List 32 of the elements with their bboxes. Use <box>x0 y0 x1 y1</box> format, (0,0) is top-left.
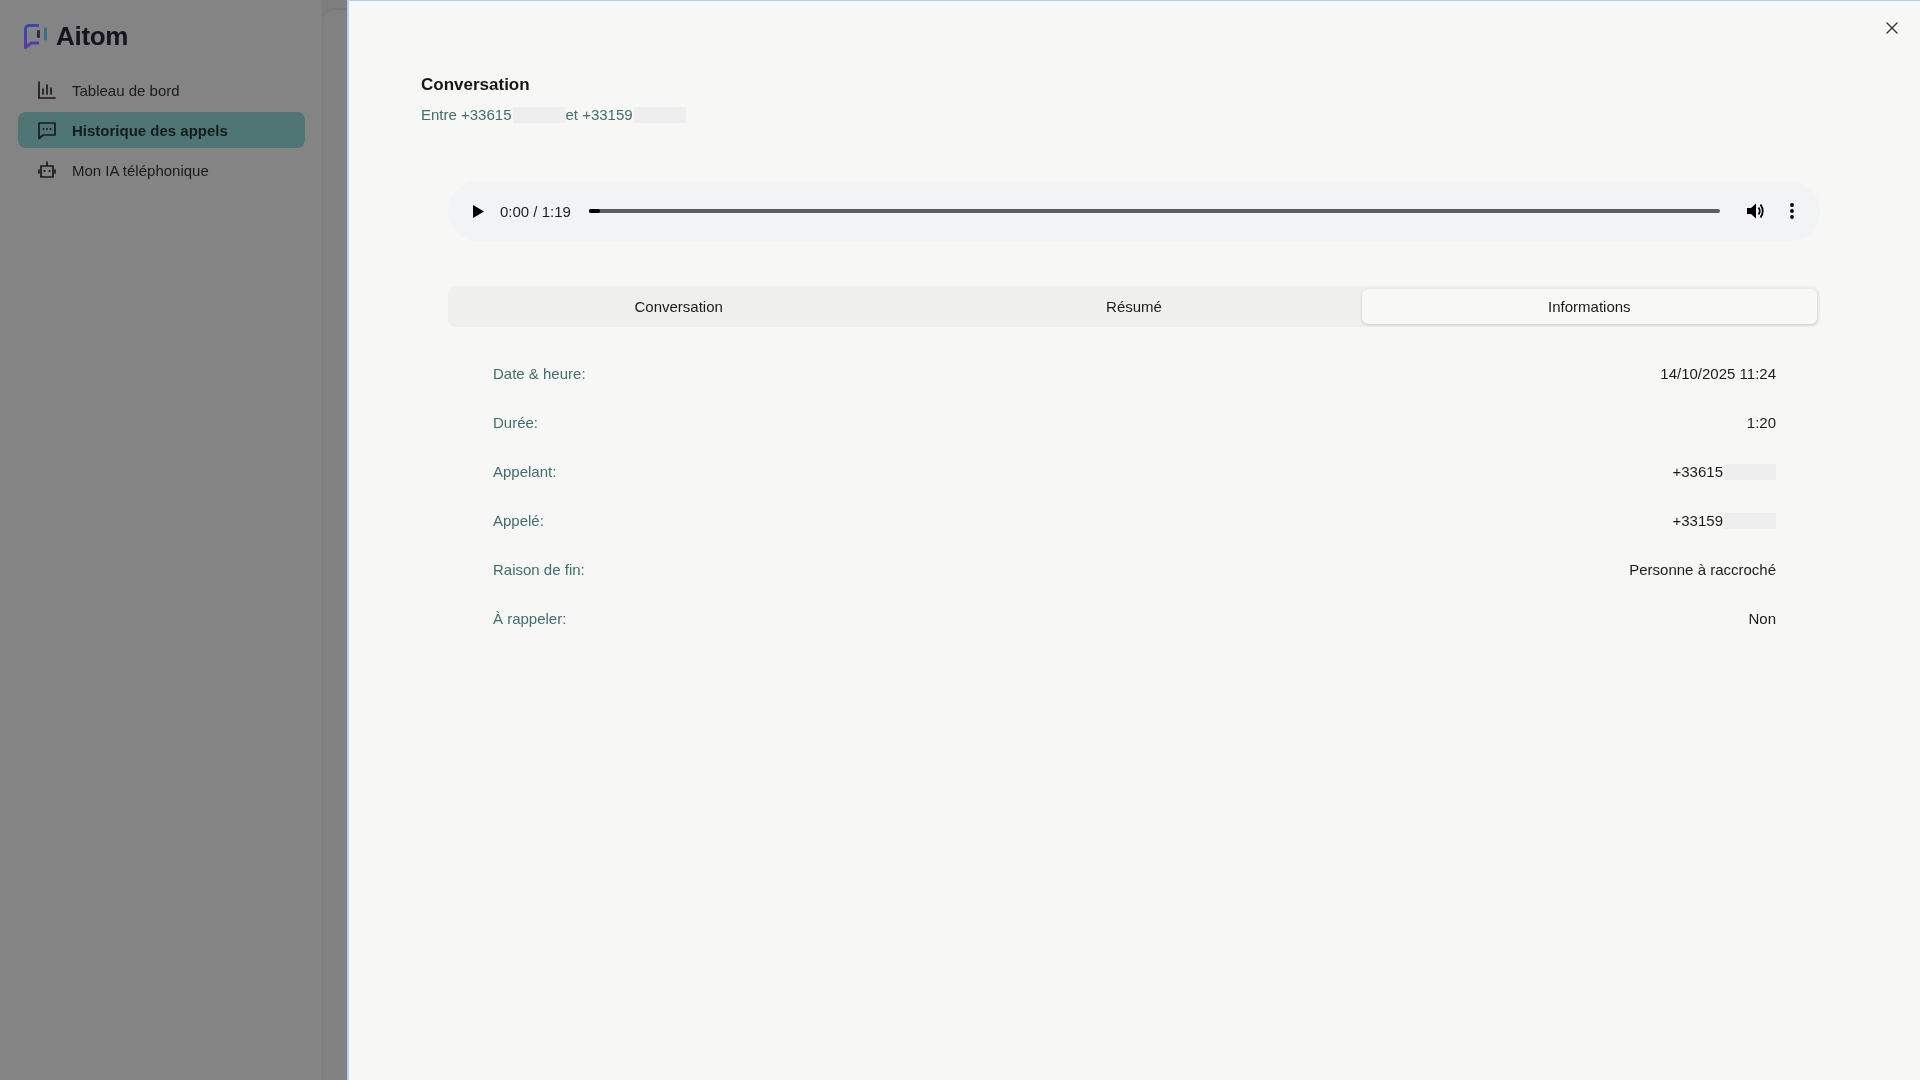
subtitle-text: et +33159 <box>565 105 633 125</box>
close-button[interactable] <box>1884 20 1900 36</box>
bar-chart-icon <box>37 80 57 100</box>
detail-label: Raison de fin: <box>493 561 585 578</box>
detail-value: Personne à raccroché <box>1629 561 1776 578</box>
drawer-title: Conversation <box>421 74 531 96</box>
detail-value: +33159 <box>1672 512 1723 529</box>
logo-icon <box>24 23 50 49</box>
tab[interactable]: Résumé <box>906 289 1362 324</box>
volume-icon <box>1747 203 1765 219</box>
nav-item[interactable]: Mon IA téléphonique <box>18 152 305 188</box>
more-vertical-icon <box>1790 203 1794 219</box>
logo-text: Aitom <box>56 22 129 50</box>
message-dots-icon <box>37 120 57 140</box>
tab[interactable]: Conversation <box>451 289 907 324</box>
detail-label: Appelant: <box>493 463 557 480</box>
time-text: 0:00 / 1:19 <box>500 202 571 220</box>
nav-item[interactable]: Tableau de bord <box>18 72 305 108</box>
detail-value: +33615 <box>1672 463 1723 480</box>
robot-icon <box>37 160 57 180</box>
detail-label: Durée: <box>493 414 539 431</box>
detail-label: Date & heure: <box>493 365 586 382</box>
play-icon <box>472 204 484 218</box>
close-icon <box>1886 22 1898 34</box>
subtitle-text: Entre +33615 <box>421 105 512 125</box>
tab[interactable]: Informations <box>1361 289 1817 324</box>
detail-value: Non <box>1748 610 1776 627</box>
progress-track[interactable] <box>588 209 1720 213</box>
detail-value: 14/10/2025 11:24 <box>1660 365 1776 382</box>
detail-label: À rappeler: <box>493 610 567 627</box>
detail-label: Appelé: <box>493 512 544 529</box>
detail-value: 1:20 <box>1746 414 1776 431</box>
